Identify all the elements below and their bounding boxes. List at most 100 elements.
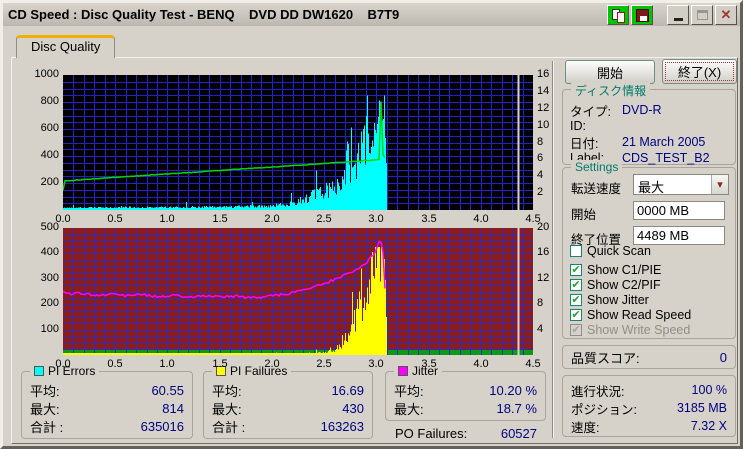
start-position-label: 開始: [571, 208, 597, 222]
axis-tick: 12: [537, 272, 550, 284]
po-failures-row: PO Failures: 60527: [387, 424, 545, 442]
checkbox-show-c1-pie[interactable]: ✔ Show C1/PIE: [570, 263, 733, 277]
speed-value: 7.32 X: [690, 419, 727, 433]
maximize-button: [691, 4, 713, 25]
checkbox-quick-scan[interactable]: Quick Scan: [570, 244, 733, 258]
axis-tick: 4.0: [473, 213, 489, 225]
stat-label: 合計 :: [30, 419, 64, 435]
stat-label: 合計 :: [212, 419, 246, 435]
axis-tick: 12: [537, 102, 550, 114]
po-failures-label: PO Failures:: [395, 425, 468, 441]
checkbox-label: Show C1/PIE: [587, 263, 662, 277]
disc-label-value: CDS_TEST_B2: [622, 151, 710, 165]
stat-value: 18.7 %: [496, 400, 537, 416]
save-button[interactable]: [631, 4, 653, 25]
stat-value: 430: [342, 400, 364, 416]
save-icon: [640, 15, 647, 21]
checkbox-show-jitter[interactable]: ✔ Show Jitter: [570, 293, 733, 307]
stat-value: 814: [162, 400, 184, 416]
axis-tick: 200: [40, 176, 59, 188]
axis-tick: 0.5: [107, 213, 123, 225]
axis-tick: 1.5: [212, 213, 228, 225]
tab-disc-quality[interactable]: Disc Quality: [16, 35, 116, 58]
window-title: CD Speed : Disc Quality Test - BENQ DVD …: [8, 7, 400, 22]
jitter-swatch-icon: [398, 366, 408, 376]
scan-options-list: Quick Scan ✔ Show C1/PIE ✔ Show C2/PIF ✔ Show …: [570, 244, 733, 338]
start-button[interactable]: 開始: [565, 60, 655, 84]
axis-tick: 4.0: [473, 358, 489, 370]
checkbox-label: Quick Scan: [587, 244, 651, 258]
position-value: 3185 MB: [676, 401, 727, 415]
checkbox-box: ✔: [570, 324, 582, 336]
close-button[interactable]: ✕: [715, 4, 737, 25]
disc-info-title: ディスク情報: [571, 82, 651, 99]
axis-tick: 600: [40, 122, 59, 134]
stat-label: 最大:: [212, 401, 242, 417]
axis-tick: 1.0: [159, 213, 175, 225]
axis-tick: 3.0: [368, 358, 384, 370]
app-window: CD Speed : Disc Quality Test - BENQ DVD …: [0, 0, 743, 449]
axis-tick: 800: [40, 95, 59, 107]
axis-tick: 3.5: [421, 358, 437, 370]
axis-tick: 1000: [34, 68, 59, 80]
axis-tick: 4.5: [525, 358, 541, 370]
axis-tick: 400: [40, 149, 59, 161]
checkbox-label: Show Jitter: [587, 293, 649, 307]
axis-tick: 2.0: [264, 213, 280, 225]
checkbox-label: Show C2/PIF: [587, 278, 661, 292]
axis-tick: 16: [537, 246, 550, 258]
axis-tick: 3.0: [368, 213, 384, 225]
checkbox-show-c2-pif[interactable]: ✔ Show C2/PIF: [570, 278, 733, 292]
disc-type-value: DVD-R: [622, 103, 662, 117]
stat-value: 10.20 %: [489, 382, 537, 398]
axis-tick: 2.0: [264, 358, 280, 370]
start-position-input[interactable]: [633, 201, 725, 220]
end-position-input[interactable]: [633, 226, 725, 245]
axis-tick: 500: [40, 221, 59, 233]
axis-tick: 3.5: [421, 213, 437, 225]
pi-errors-stats-group: PI Errors 平均: 60.55 最大: 814 合計 :635016: [21, 364, 193, 439]
checkbox-box: [570, 245, 582, 257]
axis-tick: 0.0: [55, 358, 71, 370]
checkbox-show-read-speed[interactable]: ✔ Show Read Speed: [570, 308, 733, 322]
pi-errors-swatch-icon: [34, 366, 44, 376]
pi-failures-jitter-chart: [63, 228, 533, 355]
transfer-speed-combobox[interactable]: 最大 ▾: [633, 174, 729, 195]
settings-group: Settings 転送速度 最大 ▾ 開始 終了位置 Quick Scan✔Sh…: [562, 160, 736, 339]
speed-label: 速度:: [571, 420, 600, 435]
axis-tick: 4: [537, 323, 544, 335]
checkbox-label: Show Write Speed: [587, 323, 691, 337]
axis-tick: 14: [537, 85, 550, 97]
copy-icon: [617, 11, 625, 23]
jitter-stats-group: Jitter 平均: 10.20 % 最大: 18.7 %: [385, 364, 546, 421]
copy-to-clipboard-button[interactable]: [607, 4, 629, 25]
axis-tick: 1.0: [159, 358, 175, 370]
axis-tick: 300: [40, 272, 59, 284]
minimize-button[interactable]: [667, 4, 689, 25]
quality-score-group: 品質スコア: 0: [562, 345, 736, 369]
checkbox-show-write-speed: ✔ Show Write Speed: [570, 323, 733, 337]
axis-tick: 10: [537, 119, 550, 131]
stat-label: 最大:: [394, 401, 424, 417]
chevron-down-icon[interactable]: ▾: [711, 175, 728, 194]
stat-value: 163263: [320, 418, 364, 434]
progress-label: 進行状況:: [571, 384, 625, 399]
axis-tick: 8: [537, 136, 544, 148]
pi-errors-read-speed-chart: [63, 75, 533, 210]
axis-tick: 1.5: [212, 358, 228, 370]
po-failures-value: 60527: [500, 425, 537, 441]
axis-tick: 100: [40, 323, 59, 335]
axis-tick: 0.5: [107, 358, 123, 370]
stat-label: 最大:: [30, 401, 60, 417]
checkbox-box: ✔: [570, 264, 582, 276]
disc-id-label: ID:: [570, 119, 586, 133]
exit-button[interactable]: 終了(X): [662, 59, 737, 84]
disc-date-value: 21 March 2005: [622, 135, 706, 149]
stat-label: 平均:: [394, 383, 424, 399]
checkbox-label: Show Read Speed: [587, 308, 692, 322]
disc-info-row: タイプ: DVD-R: [563, 102, 735, 119]
axis-tick: 20: [537, 221, 550, 233]
quality-score-value: 0: [719, 349, 727, 365]
disc-info-group: ディスク情報 タイプ: DVD-R ID: 日付: 21 March 2005 …: [562, 82, 736, 165]
titlebar: CD Speed : Disc Quality Test - BENQ DVD …: [3, 3, 740, 26]
